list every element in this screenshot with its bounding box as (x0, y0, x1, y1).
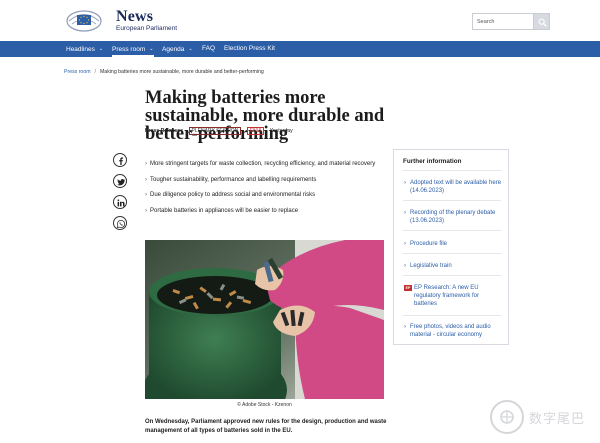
ep-research-badge: EP (404, 285, 412, 291)
sidebar-link-procedure-file[interactable]: › Procedure file (404, 240, 502, 248)
search-button[interactable] (533, 13, 550, 30)
further-information-panel: Further information › Adopted text will … (393, 149, 509, 345)
chevron-right-icon: › (404, 324, 406, 330)
divider (403, 315, 501, 316)
divider (403, 253, 501, 254)
facebook-icon (119, 157, 123, 165)
watermark-logo-icon (490, 400, 524, 434)
sidebar-link-label: Recording of the plenary debate (13.06.2… (410, 210, 496, 224)
article-meta: Press Releases PLENARY SESSION ENVI Yest… (145, 127, 293, 135)
key-points-list: More stringent targets for waste collect… (145, 160, 383, 222)
whatsapp-icon (117, 220, 125, 228)
share-linkedin-button[interactable] (113, 195, 127, 209)
watermark-text: 数字尾巴 (529, 411, 586, 426)
site-subtitle: European Parliament (116, 25, 178, 32)
nav-item-label: FAQ (202, 45, 216, 52)
photo-caption: © Adobe Stock - Kzenon (237, 402, 292, 408)
sidebar-link-adopted-text[interactable]: › Adopted text will be available here (1… (404, 179, 502, 195)
sidebar-link-free-photos[interactable]: › Free photos, videos and audio material… (404, 323, 502, 339)
list-item: More stringent targets for waste collect… (145, 160, 383, 176)
sidebar-link-label: Free photos, videos and audio material -… (410, 324, 491, 338)
search-input[interactable]: Search (472, 13, 534, 30)
share-whatsapp-button[interactable] (113, 216, 127, 230)
tag-envi[interactable]: ENVI (246, 127, 265, 135)
article-lead: On Wednesday, Parliament approved new ru… (145, 419, 387, 434)
european-parliament-logo[interactable] (66, 10, 102, 32)
tag-plenary-session[interactable]: PLENARY SESSION (188, 127, 242, 135)
site-header: News European Parliament Search (0, 0, 600, 41)
article-date: Yesterday (269, 128, 293, 134)
breadcrumb-root-link[interactable]: Press room (64, 69, 91, 75)
divider (403, 170, 501, 171)
watermark: 数字尾巴 (490, 400, 594, 436)
chevron-down-icon: ⌄ (188, 46, 193, 52)
share-facebook-button[interactable] (113, 153, 127, 167)
sidebar-title: Further information (403, 158, 462, 165)
chevron-right-icon: › (404, 210, 406, 216)
sidebar-link-ep-research[interactable]: EP EP Research: A new EU regulatory fram… (404, 284, 502, 308)
nav-item-headlines[interactable]: Headlines ⌄ (66, 41, 103, 57)
article-photo[interactable] (145, 240, 384, 399)
twitter-icon (117, 179, 125, 186)
divider (403, 230, 501, 231)
nav-item-label: Press room (112, 46, 146, 53)
list-item: Tougher sustainability, performance and … (145, 176, 383, 192)
sidebar-link-label: Procedure file (410, 241, 448, 247)
nav-item-agenda[interactable]: Agenda ⌄ (162, 41, 193, 57)
chevron-right-icon: › (404, 241, 406, 247)
chevron-down-icon: ⌄ (98, 46, 104, 52)
nav-item-label: Agenda (162, 46, 185, 53)
chevron-right-icon: › (404, 180, 406, 186)
search-icon (538, 18, 547, 27)
list-item: Portable batteries in appliances will be… (145, 207, 383, 223)
main-navigation: Headlines ⌄ Press room ⌄ Agenda ⌄ FAQ Elect… (0, 41, 600, 57)
site-title[interactable]: News (116, 8, 153, 26)
breadcrumb: Press room / Making batteries more sustain… (64, 69, 264, 75)
list-item: Due diligence policy to address social a… (145, 191, 383, 207)
chevron-right-icon: › (404, 263, 406, 269)
active-nav-indicator (112, 55, 154, 57)
share-twitter-button[interactable] (113, 174, 127, 188)
breadcrumb-separator: / (94, 69, 96, 75)
sidebar-link-plenary-debate[interactable]: › Recording of the plenary debate (13.06… (404, 209, 502, 225)
breadcrumb-current: Making batteries more sustainable, more … (99, 69, 264, 75)
sidebar-link-label: Legislative train (410, 263, 452, 269)
nav-item-label: Headlines (66, 46, 95, 53)
sidebar-link-label: EP Research: A new EU regulatory framewo… (414, 285, 480, 307)
nav-item-election-press-kit[interactable]: Election Press Kit (224, 41, 275, 57)
linkedin-icon (117, 199, 125, 207)
article-type: Press Releases (145, 128, 184, 134)
sidebar-link-legislative-train[interactable]: › Legislative train (404, 262, 502, 270)
divider (403, 200, 501, 201)
nav-item-faq[interactable]: FAQ (202, 41, 215, 57)
divider (403, 275, 501, 276)
sidebar-link-label: Adopted text will be available here (14.… (410, 180, 502, 194)
nav-item-label: Election Press Kit (224, 45, 275, 52)
